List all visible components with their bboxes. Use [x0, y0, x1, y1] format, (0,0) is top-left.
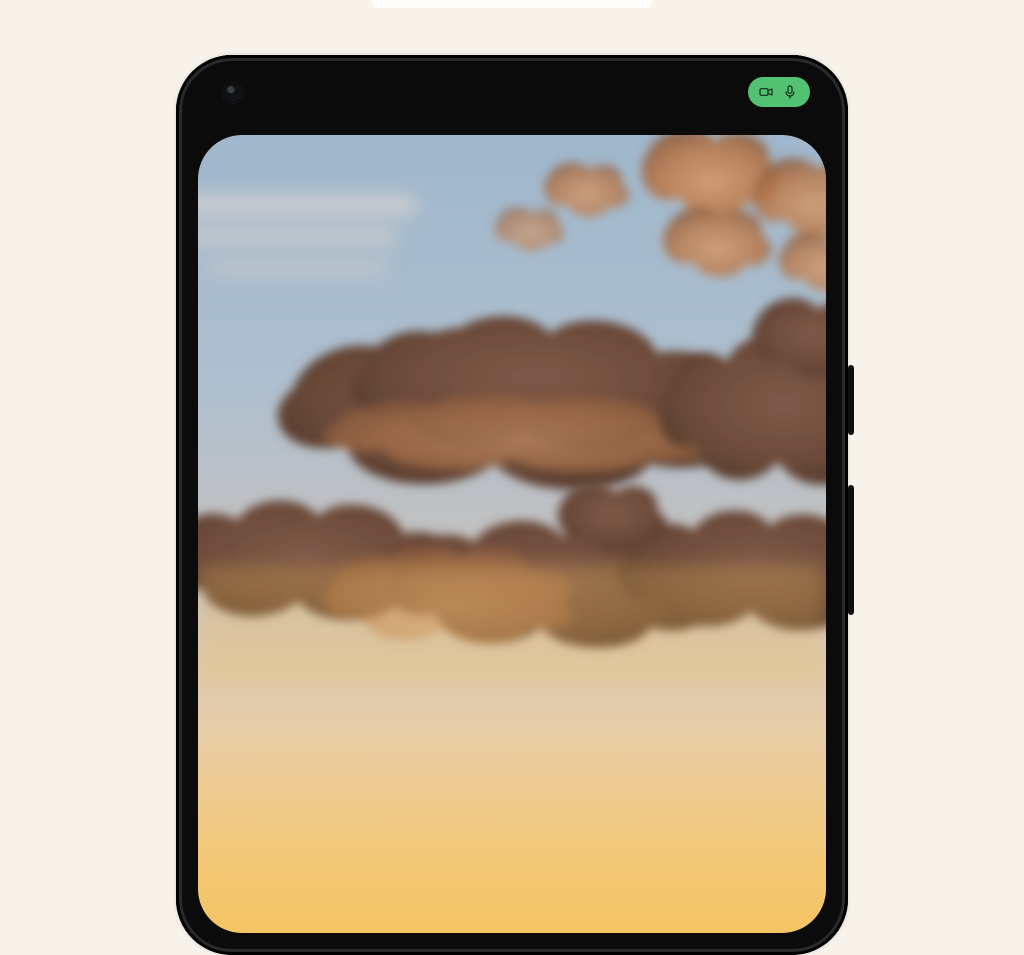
phone-body — [176, 55, 848, 955]
wallpaper-sunset-clouds — [198, 135, 826, 933]
microphone-icon — [782, 84, 798, 100]
page-top-strip — [372, 0, 652, 8]
volume-rocker[interactable] — [848, 485, 854, 615]
camera-video-icon — [758, 84, 774, 100]
power-button[interactable] — [848, 365, 854, 435]
privacy-indicator-pill[interactable] — [748, 77, 810, 107]
phone-screen[interactable] — [198, 135, 826, 933]
front-camera-lens — [222, 82, 244, 104]
